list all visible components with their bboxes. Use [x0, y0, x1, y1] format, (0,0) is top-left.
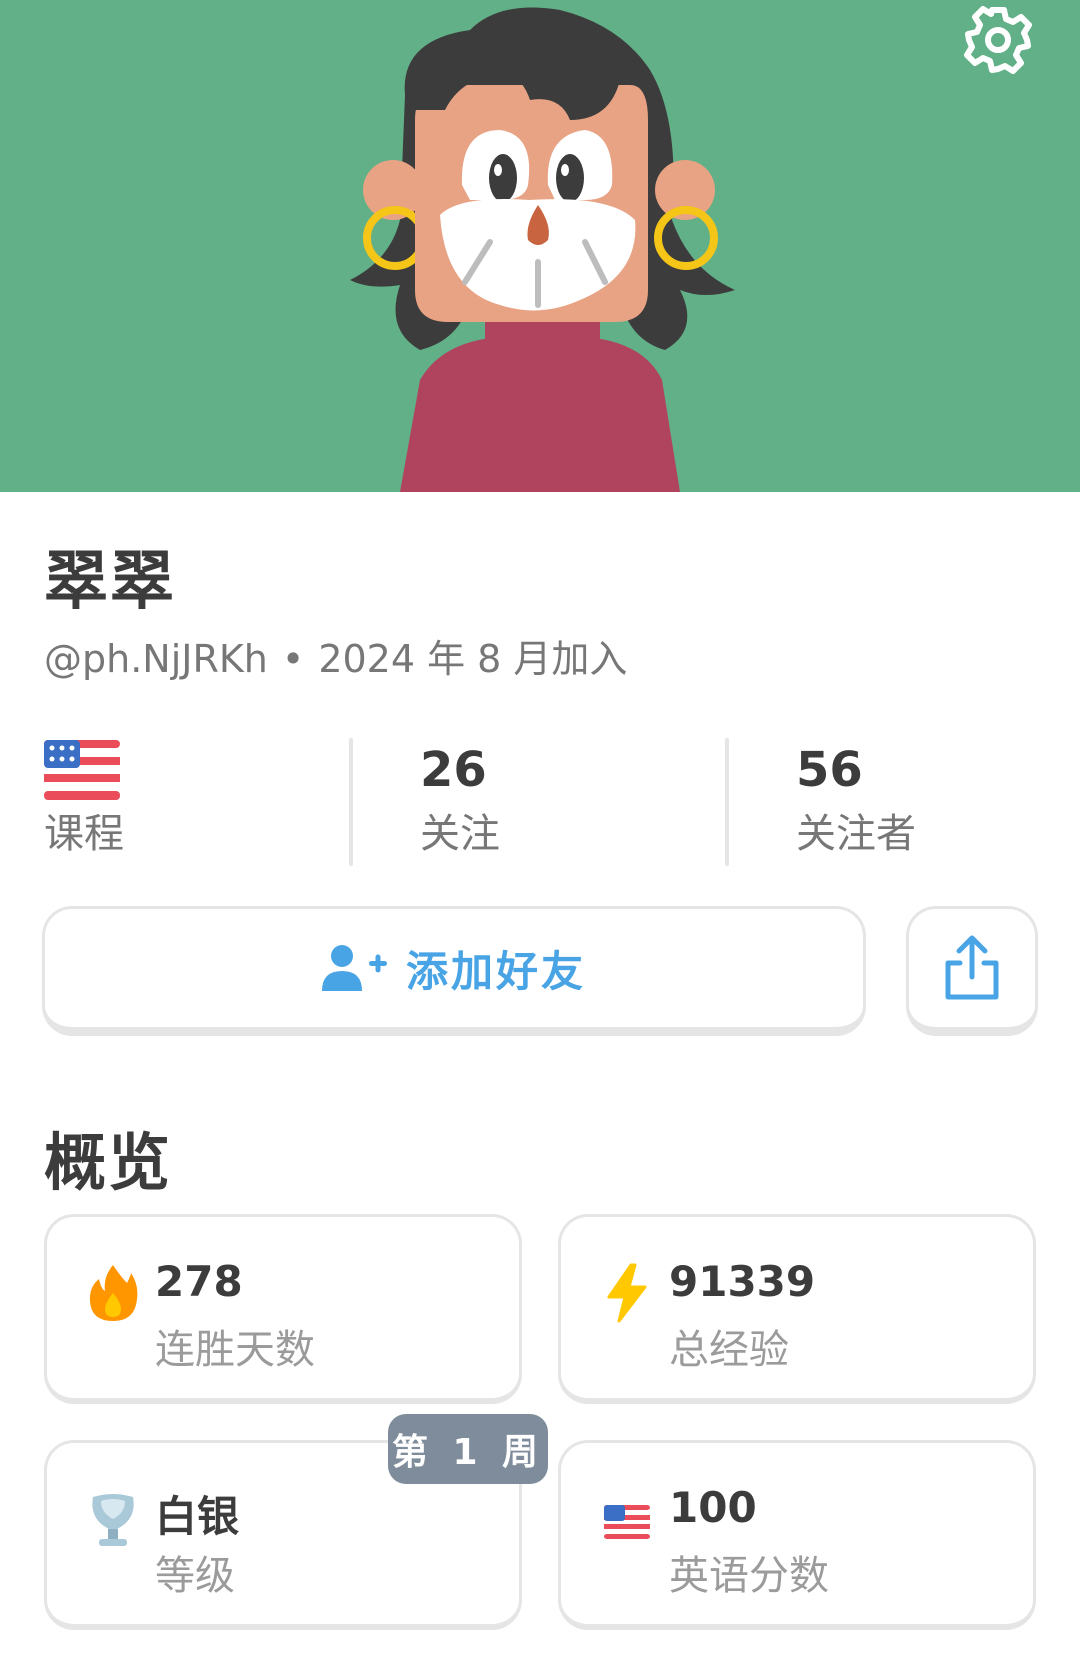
following-count: 26 — [420, 742, 487, 798]
gear-icon — [964, 6, 1032, 74]
profile-name: 翠翠 — [44, 545, 176, 619]
add-friend-button[interactable]: 添加好友 — [42, 906, 866, 1036]
streak-label: 连胜天数 — [155, 1327, 315, 1373]
add-user-icon — [321, 945, 387, 991]
stats-divider — [725, 738, 729, 866]
xp-label: 总经验 — [669, 1327, 789, 1373]
league-value: 白银 — [155, 1492, 240, 1541]
us-flag-icon — [44, 740, 120, 800]
us-flag-icon — [604, 1505, 650, 1539]
week-badge: 第 1 周 — [388, 1414, 548, 1484]
english-score-card[interactable]: 100 英语分数 — [558, 1440, 1036, 1630]
profile-header — [0, 0, 1080, 492]
add-friend-label: 添加好友 — [405, 946, 586, 996]
course-flag — [44, 736, 124, 804]
streak-card[interactable]: 278 连胜天数 — [44, 1214, 522, 1404]
stat-followers[interactable]: 56 关注者 — [796, 736, 916, 864]
stat-following[interactable]: 26 关注 — [420, 736, 500, 864]
stats-divider — [349, 738, 353, 866]
course-label: 课程 — [44, 811, 124, 857]
followers-count: 56 — [796, 742, 863, 798]
settings-button[interactable] — [958, 0, 1038, 80]
lightning-icon — [607, 1263, 647, 1323]
score-label: 英语分数 — [669, 1553, 829, 1599]
share-button[interactable] — [906, 906, 1038, 1036]
following-label: 关注 — [420, 811, 500, 857]
xp-card[interactable]: 91339 总经验 — [558, 1214, 1036, 1404]
overview-title: 概览 — [44, 1126, 173, 1199]
score-value: 100 — [669, 1483, 757, 1532]
followers-label: 关注者 — [796, 811, 916, 857]
streak-value: 278 — [155, 1257, 243, 1306]
profile-joined-date: 2024 年 8 月加入 — [318, 637, 628, 681]
league-label: 等级 — [155, 1553, 235, 1599]
avatar-illustration — [350, 7, 735, 492]
profile-username: @ph.NjJRKh — [44, 637, 268, 681]
share-icon — [945, 935, 999, 1000]
silver-trophy-icon — [92, 1494, 134, 1546]
xp-value: 91339 — [669, 1257, 816, 1306]
flame-icon — [89, 1265, 138, 1321]
profile-meta: @ph.NjJRKh • 2024 年 8 月加入 — [44, 628, 627, 683]
stat-course[interactable]: 课程 — [44, 736, 124, 864]
meta-separator: • — [281, 637, 305, 681]
